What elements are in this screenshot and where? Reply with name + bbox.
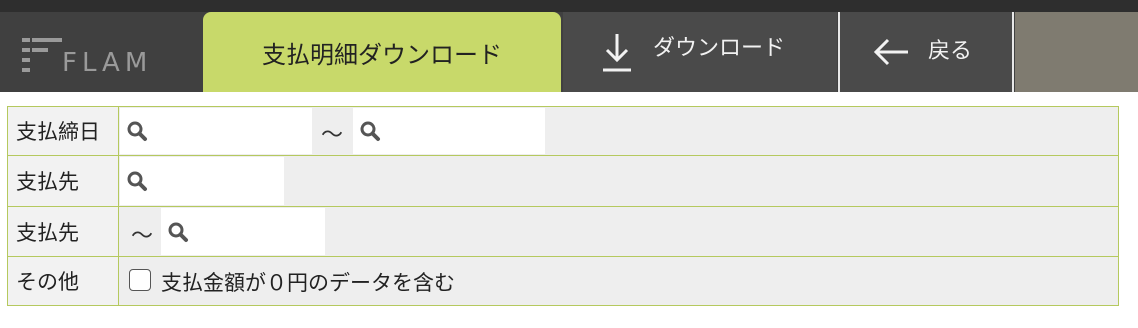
search-icon (127, 171, 147, 191)
range-separator: ～ (131, 224, 154, 249)
header-right-block (1015, 12, 1138, 92)
closing-date-from-input[interactable] (120, 108, 312, 154)
tab-label: 支払明細ダウンロード (262, 40, 502, 69)
back-button-label: 戻る (928, 39, 973, 64)
search-icon (360, 121, 380, 141)
other-label: その他 (8, 257, 119, 305)
flam-logo[interactable]: FLAM (18, 28, 178, 84)
top-strip (0, 0, 1138, 12)
download-button[interactable]: ダウンロード (563, 12, 837, 92)
closing-date-label: 支払締日 (8, 107, 119, 155)
payee-value (119, 156, 1118, 206)
closing-date-to-input[interactable] (353, 108, 545, 154)
download-button-label: ダウンロード (653, 36, 786, 61)
form-row-other: その他 支払金額が０円のデータを含む (8, 257, 1118, 305)
header-divider (1012, 12, 1014, 92)
form-row-payee-to: 支払先 ～ (8, 207, 1118, 257)
tab-payment-detail-download[interactable]: 支払明細ダウンロード (203, 12, 561, 92)
arrow-left-icon (873, 38, 908, 66)
search-icon (168, 222, 188, 242)
app-header: FLAM 支払明細ダウンロード ダウンロード 戻る (0, 12, 1138, 92)
download-arrow-icon (603, 34, 631, 72)
payee-from-input[interactable] (120, 157, 284, 205)
payee-label: 支払先 (8, 156, 119, 206)
include-zero-amount-checkbox[interactable] (129, 269, 151, 291)
closing-date-value: ～ (119, 107, 1118, 155)
payee-value: ～ (119, 207, 1118, 256)
include-zero-amount-label[interactable]: 支払金額が０円のデータを含む (161, 267, 455, 297)
search-form: 支払締日 ～ 支払先 支払先 ～ その他 支払金額が０円のデータを含む (7, 106, 1119, 306)
other-value: 支払金額が０円のデータを含む (119, 257, 1118, 305)
form-row-closing-date: 支払締日 ～ (8, 107, 1118, 156)
form-row-payee-from: 支払先 (8, 156, 1118, 207)
payee-label: 支払先 (8, 207, 119, 256)
logo-mark-icon (22, 38, 62, 72)
search-icon (127, 121, 147, 141)
payee-to-input[interactable] (161, 208, 325, 255)
back-button[interactable]: 戻る (840, 12, 1012, 92)
range-separator: ～ (321, 123, 344, 148)
logo-text: FLAM (62, 48, 153, 78)
